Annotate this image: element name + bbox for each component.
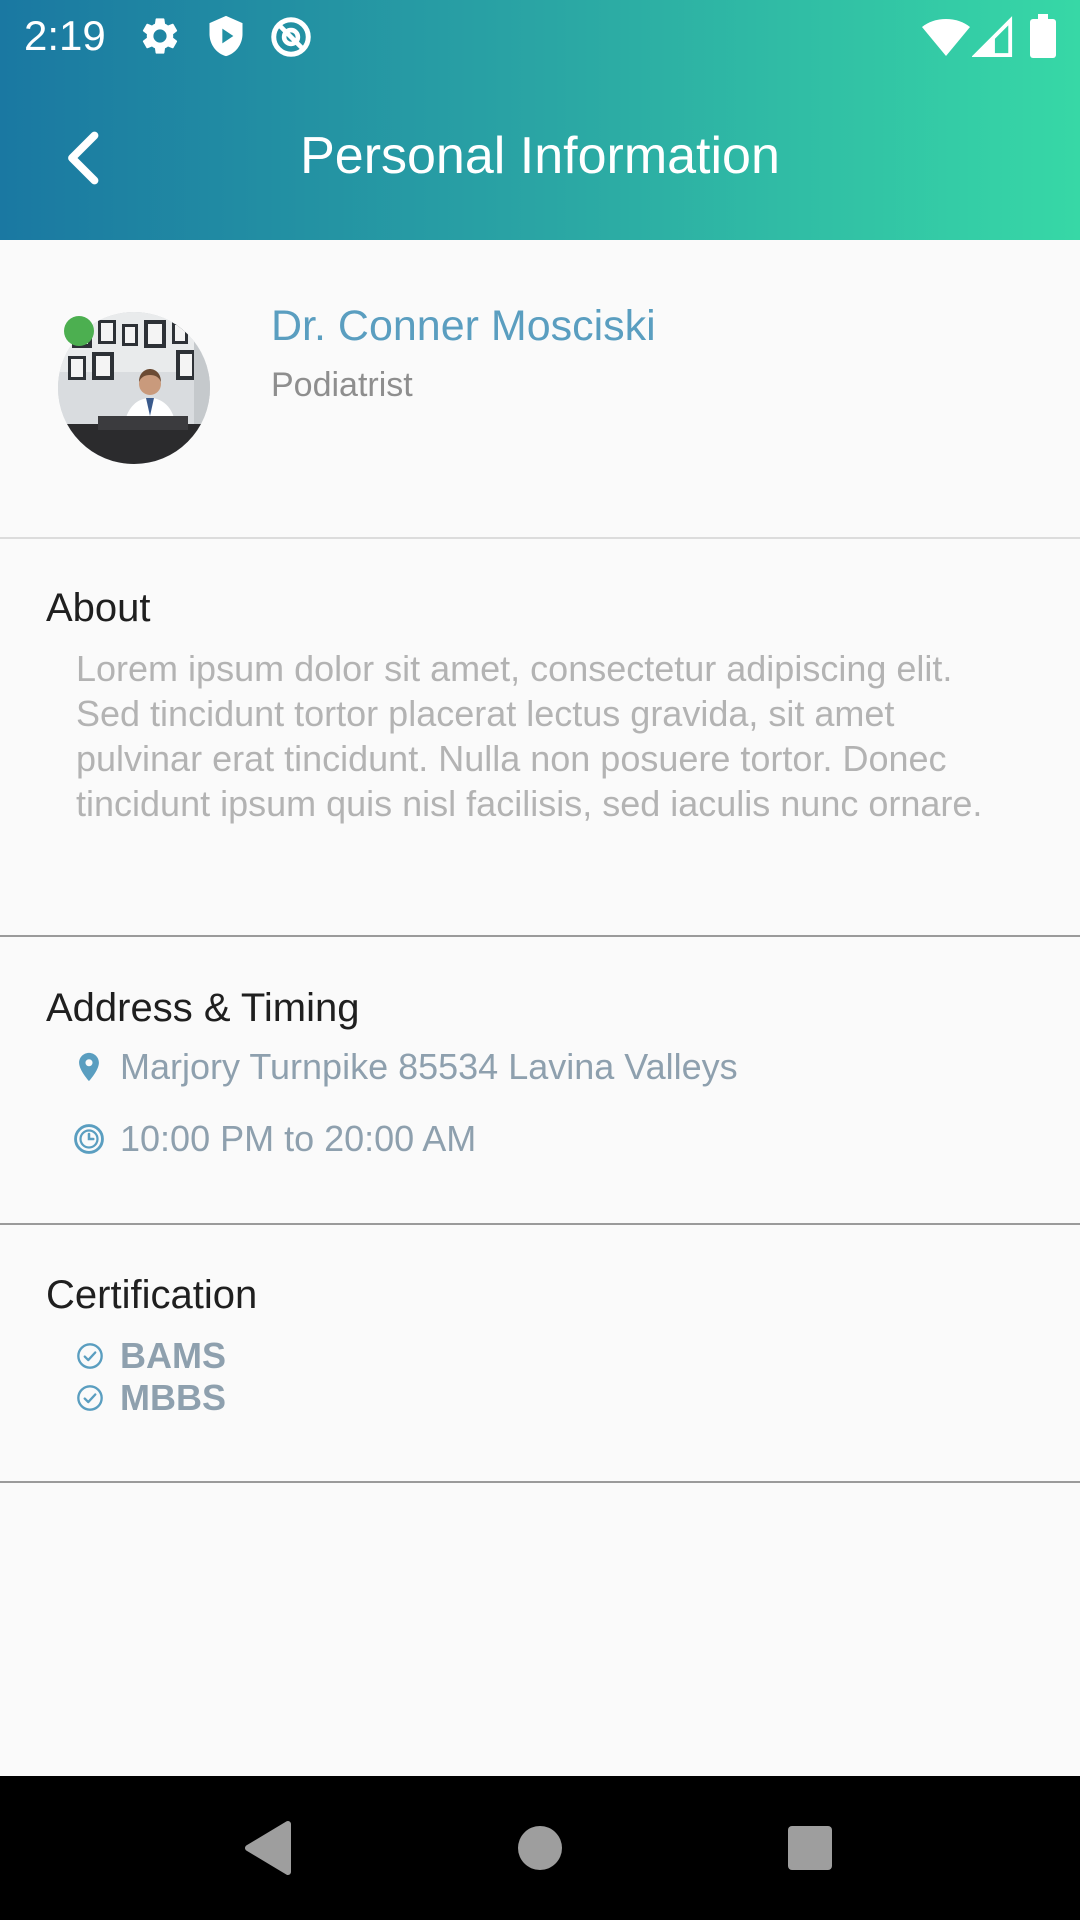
divider (0, 537, 1080, 539)
profile-header: Dr. Conner Mosciski Podiatrist (0, 240, 1080, 538)
navigation-bar (0, 1776, 1080, 1920)
page-title: Personal Information (300, 127, 780, 185)
about-title: About (46, 586, 151, 630)
nav-recents-button[interactable] (738, 1776, 882, 1920)
status-time: 2:19 (24, 12, 106, 59)
battery-icon (1030, 14, 1056, 58)
app-bar: 2:19 Personal Information (0, 0, 1080, 240)
home-circle-icon (518, 1826, 562, 1870)
data-saver-icon (268, 14, 314, 60)
divider (0, 935, 1080, 937)
timing-text: 10:00 PM to 20:00 AM (120, 1118, 477, 1159)
status-bar: 2:19 (0, 0, 1080, 72)
recents-square-icon (788, 1826, 832, 1870)
check-circle-icon (77, 1343, 103, 1369)
address-text: Marjory Turnpike 85534 Lavina Valleys (120, 1046, 738, 1087)
signal-icon (972, 14, 1014, 58)
nav-back-button[interactable] (196, 1776, 340, 1920)
clock-icon (74, 1124, 104, 1154)
divider (0, 1223, 1080, 1225)
online-status-indicator (64, 316, 94, 346)
certification-label: BAMS (120, 1335, 226, 1376)
check-circle-icon (77, 1385, 103, 1411)
back-triangle-icon (245, 1821, 291, 1875)
doctor-name: Dr. Conner Mosciski (271, 302, 656, 350)
shield-play-icon (204, 14, 248, 58)
address-timing-title: Address & Timing (46, 986, 360, 1030)
wifi-icon (922, 14, 970, 58)
divider (0, 1481, 1080, 1483)
doctor-specialty: Podiatrist (271, 366, 413, 404)
nav-home-button[interactable] (468, 1776, 612, 1920)
about-text: Lorem ipsum dolor sit amet, consectetur … (76, 648, 983, 824)
gear-icon (138, 14, 182, 58)
certification-label: MBBS (120, 1377, 226, 1418)
location-pin-icon (79, 1052, 99, 1082)
toolbar: Personal Information (0, 72, 1080, 240)
certification-title: Certification (46, 1273, 258, 1317)
